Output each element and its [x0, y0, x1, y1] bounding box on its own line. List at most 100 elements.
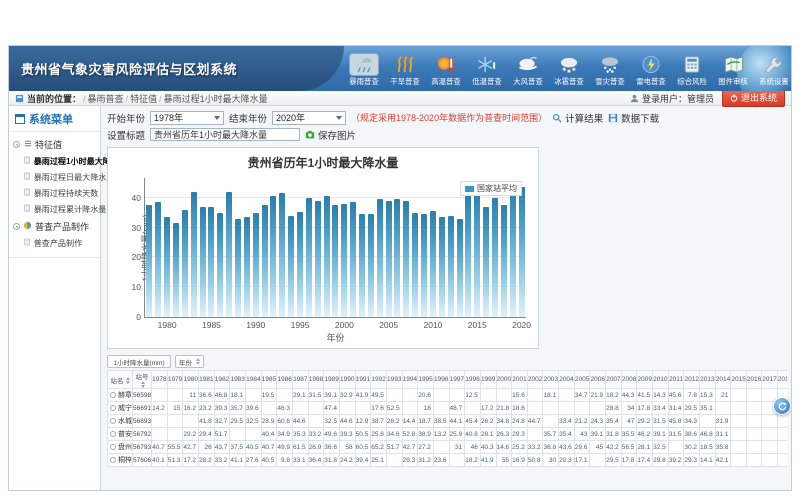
- year-field[interactable]: 年份: [175, 355, 204, 368]
- refresh-float-button[interactable]: [773, 397, 791, 415]
- station-name-header[interactable]: 站名: [108, 371, 133, 389]
- nav-item-label: 系统设置: [759, 76, 788, 86]
- data-download-button[interactable]: 数据下载: [608, 111, 659, 125]
- nav-item-label: 雷电普查: [636, 76, 665, 86]
- nav-lightning[interactable]: 雷电普查: [631, 54, 671, 87]
- bar-2003: [368, 214, 374, 317]
- table-row-57606: 桐梓5760640.151.317.228.233.241.127.640.59…: [108, 454, 788, 467]
- sidebar-item[interactable]: 暴雨过程持续天数: [9, 185, 95, 200]
- nav-high-temp[interactable]: 高温普查: [426, 54, 466, 87]
- station-name: 威宁: [118, 405, 132, 412]
- row-expander-icon[interactable]: [110, 405, 116, 411]
- value-cell: [402, 389, 418, 402]
- value-cell: 36.8: [543, 441, 559, 454]
- breadcrumb-part[interactable]: 暴雨普查: [88, 94, 124, 104]
- row-expander-icon[interactable]: [110, 457, 116, 463]
- nav-drought[interactable]: 干旱普查: [385, 54, 425, 87]
- logout-button[interactable]: 退出系统: [722, 89, 785, 107]
- range-note: （规定采用1978-2020年数据作为普查时间范围）: [351, 111, 547, 124]
- value-cell: 35.7: [230, 402, 246, 415]
- station-name-cell: 桐梓: [108, 454, 133, 467]
- bar-2006: [394, 199, 400, 317]
- sidebar-item[interactable]: 暴雨过程1小时最大降水量: [9, 153, 95, 168]
- sidebar-item[interactable]: 普查产品制作: [9, 235, 95, 250]
- x-tick-label: 1990: [246, 320, 265, 330]
- value-cell: 35.1: [700, 402, 716, 415]
- bar-2019: [510, 186, 516, 317]
- calc-result-button[interactable]: 计算结果: [552, 111, 603, 125]
- value-cell: [559, 402, 575, 415]
- value-cell: 52.8: [402, 428, 418, 441]
- bar-1988: [235, 219, 241, 317]
- bar-2014: [465, 195, 471, 317]
- sidebar-group-list-icon[interactable]: 特征值: [9, 135, 100, 153]
- nav-wind[interactable]: 大风普查: [508, 54, 548, 87]
- value-cell: 31.2: [418, 454, 434, 467]
- breadcrumb-right: 登录用户：管理员 退出系统: [630, 89, 785, 107]
- nav-settings[interactable]: 系统设置: [754, 54, 791, 87]
- value-cell: 46.3: [277, 402, 293, 415]
- collapse-toggle-icon[interactable]: [13, 141, 20, 148]
- value-cell: [777, 428, 787, 441]
- year-header-1981: 1981: [199, 371, 215, 389]
- value-cell: 41.1: [230, 454, 246, 467]
- value-cell: 65.2: [371, 441, 387, 454]
- station-name-cell: 赫章: [108, 389, 133, 402]
- bar-2013: [457, 219, 463, 317]
- nav-hail[interactable]: 冰雹普查: [549, 54, 589, 87]
- value-cell: [590, 402, 606, 415]
- value-cell: 27.2: [418, 441, 434, 454]
- row-expander-icon[interactable]: [110, 431, 116, 437]
- nav-low-temp[interactable]: 低温普查: [467, 54, 507, 87]
- sidebar: 系统菜单 特征值暴雨过程1小时最大降水量暴雨过程日最大降水量暴雨过程持续天数暴雨…: [9, 106, 101, 490]
- value-cell: 15.3: [700, 389, 716, 402]
- bar-1993: [279, 193, 285, 317]
- start-year-select[interactable]: 1978年: [150, 111, 224, 125]
- nav-snow[interactable]: 雪灾普查: [590, 54, 630, 87]
- value-cell: 39.6: [246, 402, 262, 415]
- row-expander-icon[interactable]: [110, 392, 116, 398]
- value-cell: 40.7: [152, 441, 168, 454]
- value-cell: 25.8: [371, 428, 387, 441]
- station-id-header[interactable]: 站号: [133, 371, 152, 389]
- value-cell: 18.6: [512, 402, 528, 415]
- value-cell: 32.5: [246, 415, 262, 428]
- row-expander-icon[interactable]: [110, 418, 116, 424]
- value-cell: 39.3: [339, 428, 355, 441]
- row-expander-icon[interactable]: [110, 444, 116, 450]
- breadcrumb-part[interactable]: 特征值: [130, 94, 157, 104]
- chart-title-input[interactable]: [150, 128, 300, 141]
- sidebar-item[interactable]: 暴雨过程累计降水量: [9, 201, 95, 216]
- nav-rain-cloud[interactable]: 暴雨普查: [344, 54, 384, 87]
- year-header-1992: 1992: [371, 371, 387, 389]
- nav-composite-risk[interactable]: 综合风险: [672, 54, 712, 87]
- value-cell: [746, 454, 761, 467]
- value-cell: 39.3: [214, 402, 230, 415]
- year-header-1998: 1998: [465, 371, 481, 389]
- value-cell: 49.9: [277, 441, 293, 454]
- value-cell: [762, 441, 777, 454]
- app-window: 贵州省气象灾害风险评估与区划系统 暴雨普查干旱普查高温普查低温普查大风普查冰雹普…: [8, 45, 792, 491]
- year-header-1985: 1985: [261, 371, 277, 389]
- sidebar-group-pie-icon[interactable]: 普查产品制作: [9, 217, 100, 235]
- value-cell: [527, 428, 543, 441]
- breadcrumb-part[interactable]: 暴雨过程1小时最大降水量: [164, 94, 268, 104]
- value-cell: 36.6: [324, 441, 340, 454]
- set-title-label: 设置标题: [107, 128, 145, 142]
- table-clip: 站名站号197819791980198119821983198419851986…: [107, 370, 787, 467]
- end-year-select[interactable]: 2020年: [272, 111, 346, 125]
- collapse-toggle-icon[interactable]: [13, 223, 20, 230]
- value-cell: 44.7: [527, 415, 543, 428]
- value-cell: 31.8: [324, 454, 340, 467]
- nav-map-review[interactable]: 图件审核: [713, 54, 753, 87]
- bar-2001: [350, 202, 356, 317]
- value-cell: 55.5: [167, 441, 183, 454]
- sidebar-item[interactable]: 暴雨过程日最大降水量: [9, 169, 95, 184]
- value-cell: 49.5: [371, 389, 387, 402]
- value-cell: [762, 428, 777, 441]
- value-cell: [402, 402, 418, 415]
- value-cell: 34.9: [277, 428, 293, 441]
- save-image-button[interactable]: 保存图片: [305, 128, 356, 142]
- value-cell: 47: [621, 415, 637, 428]
- measure-field[interactable]: 1小时降水量(mm): [107, 355, 171, 368]
